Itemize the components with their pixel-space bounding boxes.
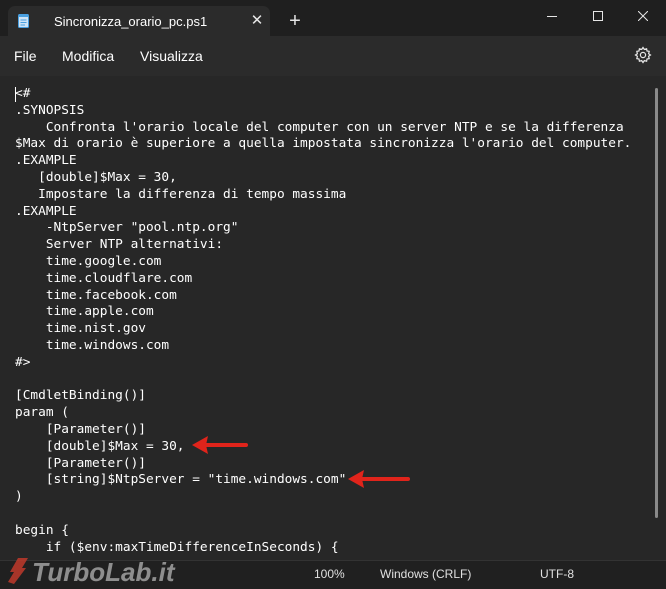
code-line: time.windows.com	[15, 337, 170, 353]
code-line: #>	[15, 354, 31, 370]
close-icon	[638, 11, 648, 21]
line-ending[interactable]: Windows (CRLF)	[380, 567, 471, 581]
code-line: Confronta l'orario locale del computer c…	[15, 119, 624, 135]
annotation-arrow-max	[192, 436, 248, 454]
code-line: Impostare la differenza di tempo massima	[15, 186, 347, 202]
menu-file[interactable]: File	[14, 48, 37, 64]
code-line: .EXAMPLE	[15, 153, 77, 169]
code-line: [double]$Max = 30,	[15, 169, 177, 185]
code-line: time.apple.com	[15, 304, 154, 320]
new-tab-button[interactable]: +	[285, 11, 305, 32]
code-line: )	[15, 489, 23, 505]
zoom-level[interactable]: 100%	[314, 567, 345, 581]
close-window-button[interactable]	[620, 0, 666, 32]
minimize-button[interactable]	[529, 0, 575, 32]
code-line: .SYNOPSIS	[15, 102, 85, 118]
notepad-icon	[18, 14, 29, 28]
text-editor[interactable]: <# .SYNOPSIS Confronta l'orario locale d…	[0, 76, 666, 560]
code-line: time.cloudflare.com	[15, 270, 193, 286]
menu-visualizza[interactable]: Visualizza	[140, 48, 203, 64]
code-line: [Parameter()]	[15, 421, 146, 437]
code-line: [double]$Max = 30,	[15, 438, 185, 454]
tab-title: Sincronizza_orario_pc.ps1	[54, 14, 208, 29]
code-content: <# .SYNOPSIS Confronta l'orario locale d…	[15, 86, 631, 556]
code-line: time.nist.gov	[15, 321, 146, 337]
menu-modifica[interactable]: Modifica	[62, 48, 114, 64]
encoding[interactable]: UTF-8	[540, 567, 574, 581]
gear-icon	[634, 46, 652, 64]
code-line: -NtpServer "pool.ntp.org"	[15, 220, 239, 236]
code-line: param (	[15, 405, 69, 421]
tab-close-icon[interactable]: ✕	[248, 12, 266, 30]
code-line: time.google.com	[15, 253, 162, 269]
settings-button[interactable]	[634, 46, 652, 64]
code-line: [Parameter()]	[15, 455, 146, 471]
title-bar: Sincronizza_orario_pc.ps1 ✕ +	[0, 0, 666, 36]
code-line: [CmdletBinding()]	[15, 388, 146, 404]
code-line: time.facebook.com	[15, 287, 177, 303]
minimize-icon	[547, 16, 557, 17]
maximize-button[interactable]	[575, 0, 621, 32]
vertical-scrollbar[interactable]	[655, 88, 658, 518]
tab-sincronizza[interactable]: Sincronizza_orario_pc.ps1 ✕	[8, 6, 270, 36]
code-line: begin {	[15, 522, 69, 538]
text-cursor	[15, 87, 16, 102]
maximize-icon	[593, 11, 603, 21]
code-line: Server NTP alternativi:	[15, 237, 224, 253]
code-line: <#	[15, 86, 31, 101]
code-line: $Max di orario è superiore a quella impo…	[15, 136, 632, 152]
code-line: .EXAMPLE	[15, 203, 77, 219]
svg-text:TurboLab.it: TurboLab.it	[32, 557, 176, 587]
annotation-arrow-ntpserver	[348, 470, 410, 488]
turbolab-logo: TurboLab.it	[8, 557, 176, 587]
menu-bar: File Modifica Visualizza	[0, 36, 666, 76]
code-line: [string]$NtpServer = "time.windows.com"	[15, 472, 347, 488]
